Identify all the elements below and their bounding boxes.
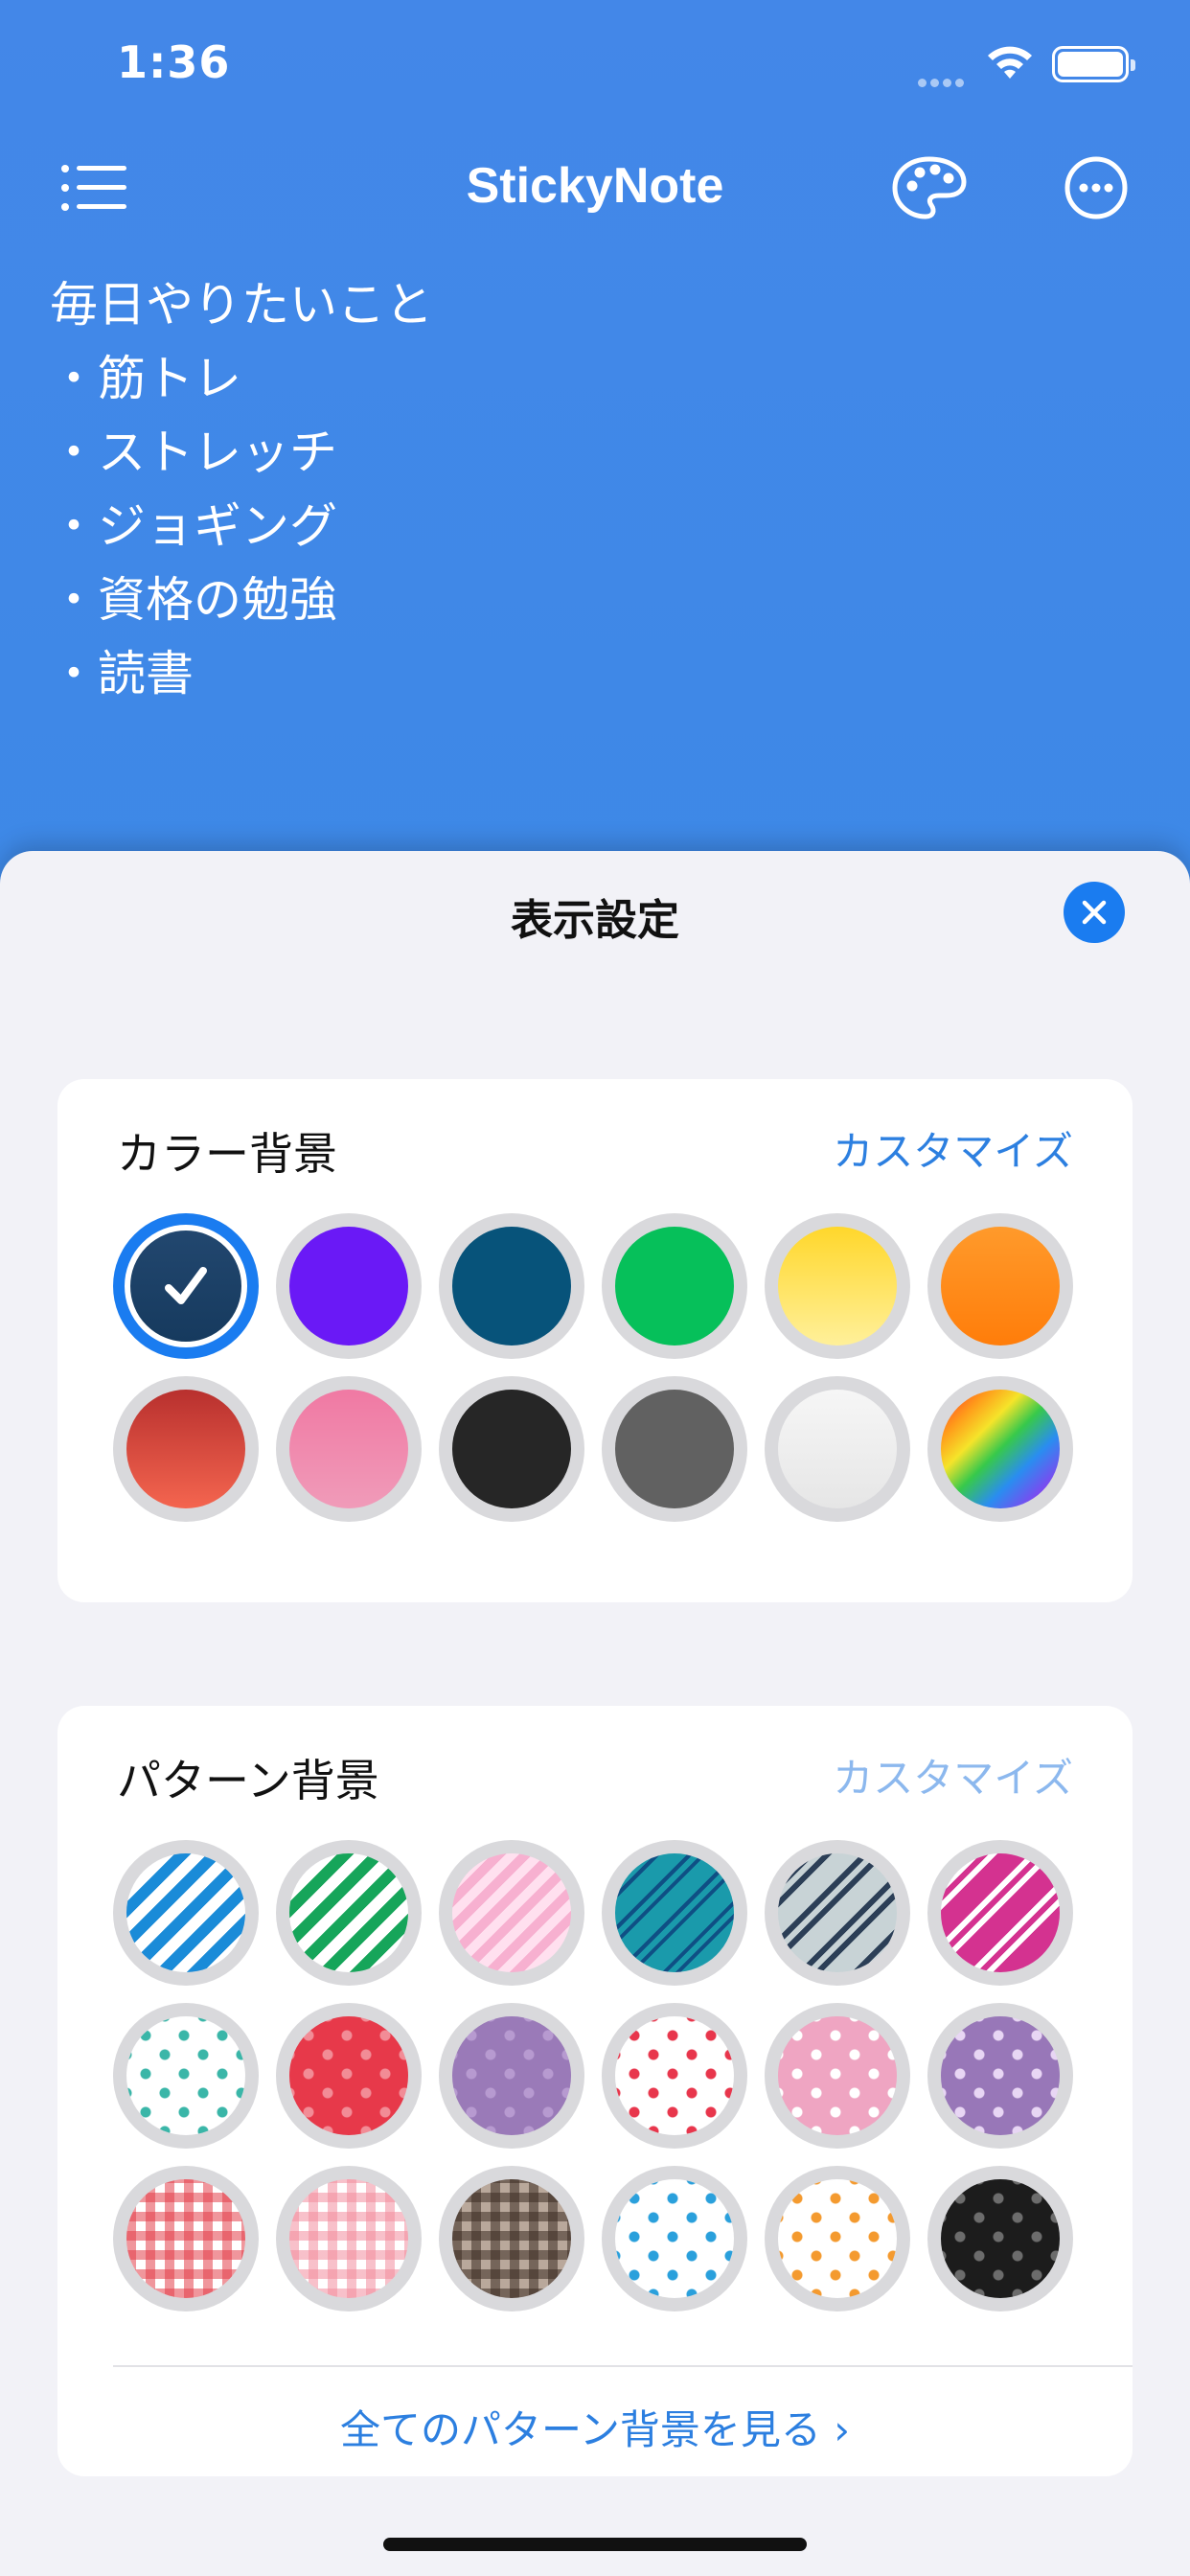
- color-swatch-pink[interactable]: [276, 1376, 422, 1522]
- note-content[interactable]: 毎日やりたいこと ・筋トレ ・ストレッチ ・ジョギング ・資格の勉強 ・読書: [50, 268, 433, 711]
- color-swatch-purple[interactable]: [276, 1213, 422, 1359]
- pattern-background-card: パターン背景 カスタマイズ 全てのパターン背景を見る ›: [57, 1706, 1133, 2476]
- pattern-swatch-fill: [289, 2179, 408, 2298]
- color-swatch-yellow[interactable]: [765, 1213, 910, 1359]
- color-swatch-black[interactable]: [439, 1376, 584, 1522]
- pattern-swatch-stars-orange-white[interactable]: [765, 2166, 910, 2312]
- battery-icon: [1052, 46, 1135, 82]
- pattern-swatch-fill: [778, 2016, 897, 2135]
- pattern-swatch-fill: [778, 1853, 897, 1972]
- pattern-swatch-fill: [452, 1853, 571, 1972]
- color-swatch-white[interactable]: [765, 1376, 910, 1522]
- home-indicator: [383, 2538, 807, 2551]
- color-swatch-red[interactable]: [113, 1376, 259, 1522]
- note-line: ・ジョギング: [50, 498, 337, 554]
- sheet-title: 表示設定: [511, 896, 679, 945]
- pattern-swatch-hearts-purple[interactable]: [927, 2003, 1073, 2149]
- pattern-swatch-stars-blue-white[interactable]: [602, 2166, 747, 2312]
- pattern-swatch-hearts-red-white[interactable]: [602, 2003, 747, 2149]
- color-customize-link[interactable]: カスタマイズ: [833, 1119, 1073, 1178]
- pattern-customize-link[interactable]: カスタマイズ: [833, 1746, 1073, 1805]
- divider: [113, 2365, 1133, 2367]
- pattern-swatch-fill: [615, 2179, 734, 2298]
- color-swatch-rainbow[interactable]: [927, 1376, 1073, 1522]
- color-swatch-fill: [452, 1227, 571, 1346]
- note-line: 毎日やりたいこと: [50, 277, 433, 333]
- more-options-icon[interactable]: [1064, 155, 1129, 220]
- pattern-swatch-fill: [941, 1853, 1060, 1972]
- color-swatch-fill: [941, 1227, 1060, 1346]
- color-swatch-teal-blue[interactable]: [439, 1213, 584, 1359]
- pattern-swatch-dots-red[interactable]: [276, 2003, 422, 2149]
- color-swatch-green[interactable]: [602, 1213, 747, 1359]
- pattern-swatch-stripe-green[interactable]: [276, 1840, 422, 1986]
- color-swatch-fill: [941, 1390, 1060, 1508]
- color-swatch-fill: [778, 1390, 897, 1508]
- color-swatch-orange[interactable]: [927, 1213, 1073, 1359]
- pattern-swatch-fill: [126, 1853, 245, 1972]
- pattern-swatch-fill: [289, 2016, 408, 2135]
- display-settings-sheet: 表示設定 カラー背景 カスタマイズ パターン背景 カスタマイズ 全てのパターン背…: [0, 851, 1190, 2576]
- note-line: ・筋トレ: [50, 351, 241, 406]
- pattern-swatch-dots-purple[interactable]: [439, 2003, 584, 2149]
- color-swatch-fill: [615, 1227, 734, 1346]
- checkmark-icon: [165, 1267, 207, 1304]
- color-background-label: カラー背景: [117, 1128, 337, 1180]
- pattern-swatch-gingham-red[interactable]: [113, 2166, 259, 2312]
- note-line: ・ストレッチ: [50, 425, 337, 480]
- pattern-swatch-stripe-teal[interactable]: [602, 1840, 747, 1986]
- pattern-swatch-fill: [778, 2179, 897, 2298]
- app-title: StickyNote: [466, 158, 724, 214]
- color-swatch-fill: [615, 1390, 734, 1508]
- wifi-icon: [988, 46, 1032, 79]
- pattern-swatch-fill: [941, 2016, 1060, 2135]
- pattern-swatch-dots-teal-white[interactable]: [113, 2003, 259, 2149]
- pattern-swatch-fill: [941, 2179, 1060, 2298]
- pattern-swatch-fill: [615, 2016, 734, 2135]
- color-swatch-gray[interactable]: [602, 1376, 747, 1522]
- pattern-swatch-hearts-pink[interactable]: [765, 2003, 910, 2149]
- status-time: 1:36: [117, 36, 231, 88]
- pattern-swatch-fill: [452, 2179, 571, 2298]
- note-line: ・資格の勉強: [50, 572, 337, 628]
- pattern-swatch-fill: [126, 2016, 245, 2135]
- note-line: ・読書: [50, 646, 194, 702]
- pattern-swatch-stripe-pink[interactable]: [439, 1840, 584, 1986]
- pattern-swatch-stripe-blue[interactable]: [113, 1840, 259, 1986]
- pattern-swatch-fill: [289, 1853, 408, 1972]
- palette-icon[interactable]: [891, 153, 968, 222]
- pattern-swatch-fill: [452, 2016, 571, 2135]
- color-swatch-navy[interactable]: [113, 1213, 259, 1359]
- color-swatch-fill: [126, 1390, 245, 1508]
- cellular-signal-icon: [918, 73, 968, 91]
- color-swatch-fill: [778, 1227, 897, 1346]
- color-swatch-fill: [452, 1390, 571, 1508]
- color-swatch-fill: [289, 1227, 408, 1346]
- nav-bar: StickyNote: [0, 144, 1190, 240]
- pattern-swatch-gingham-pink[interactable]: [276, 2166, 422, 2312]
- pattern-swatch-fill: [126, 2179, 245, 2298]
- pattern-swatch-stripe-navy-gray[interactable]: [765, 1840, 910, 1986]
- pattern-swatch-fill: [615, 1853, 734, 1972]
- pattern-background-label: パターン背景: [117, 1755, 379, 1806]
- close-button[interactable]: [1064, 882, 1125, 943]
- color-swatch-fill: [289, 1390, 408, 1508]
- color-background-card: カラー背景 カスタマイズ: [57, 1079, 1133, 1602]
- pattern-swatch-gingham-brown[interactable]: [439, 2166, 584, 2312]
- pattern-swatch-stripe-magenta[interactable]: [927, 1840, 1073, 1986]
- status-bar: 1:36: [0, 0, 1190, 125]
- see-all-patterns-link[interactable]: 全てのパターン背景を見る ›: [57, 2398, 1133, 2456]
- pattern-swatch-stars-black[interactable]: [927, 2166, 1073, 2312]
- close-icon: [1082, 900, 1107, 925]
